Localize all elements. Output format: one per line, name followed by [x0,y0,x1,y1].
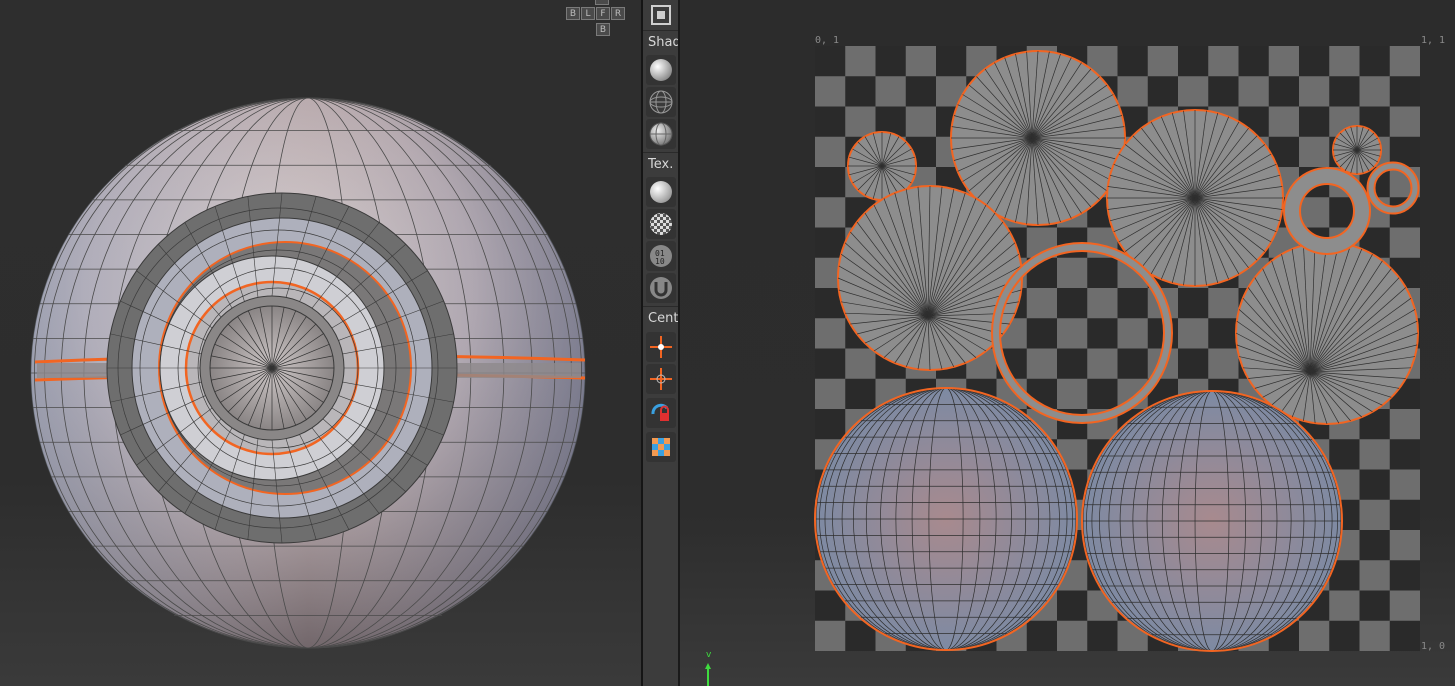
sphere-faceted-icon[interactable] [646,119,676,149]
sphere-mesh[interactable] [0,0,641,686]
uv-toolbar: Shad Tex. 01 10 Cent [643,0,680,686]
nav-cube-back[interactable]: B [566,7,580,20]
nav-cube-left[interactable]: L [581,7,595,20]
uv-island-tiny-disc[interactable] [1332,125,1382,175]
lock-rotate-icon[interactable] [646,398,676,428]
center-section-label: Cent [648,311,678,326]
nav-cube-front[interactable]: F [596,7,610,20]
navigation-cube[interactable]: B L F R B [563,0,627,40]
frame-icon[interactable] [646,0,676,30]
center-selection-icon[interactable] [646,364,676,394]
uv-layout[interactable] [680,0,1455,686]
texture-plain-icon[interactable] [646,177,676,207]
sphere-shaded-icon[interactable] [646,55,676,85]
nav-cube-right[interactable]: R [611,7,625,20]
checker-grid-icon[interactable] [646,432,676,462]
svg-text:10: 10 [655,257,665,266]
uv-island-far-right-disc[interactable] [1235,241,1419,425]
texture-uv-icon[interactable] [646,273,676,303]
uv-island-hemisphere-right[interactable] [1081,390,1343,652]
texture-binary-icon[interactable]: 01 10 [646,241,676,271]
texture-section-label: Tex. [648,157,674,172]
axis-gizmo: v [704,650,716,686]
sphere-wireframe-icon[interactable] [646,87,676,117]
axis-v-label: v [706,650,712,660]
nav-cube-top[interactable] [595,0,609,5]
uv-editor-viewport[interactable]: 0, 1 1, 1 1, 0 v [680,0,1455,686]
uv-island-hemisphere-left[interactable] [814,387,1078,651]
shading-section-label: Shad [648,35,678,50]
texture-checker-icon[interactable] [646,209,676,239]
nav-cube-bottom[interactable]: B [596,23,610,36]
viewport-3d[interactable]: B L F R B [0,0,641,686]
center-pivot-icon[interactable] [646,332,676,362]
